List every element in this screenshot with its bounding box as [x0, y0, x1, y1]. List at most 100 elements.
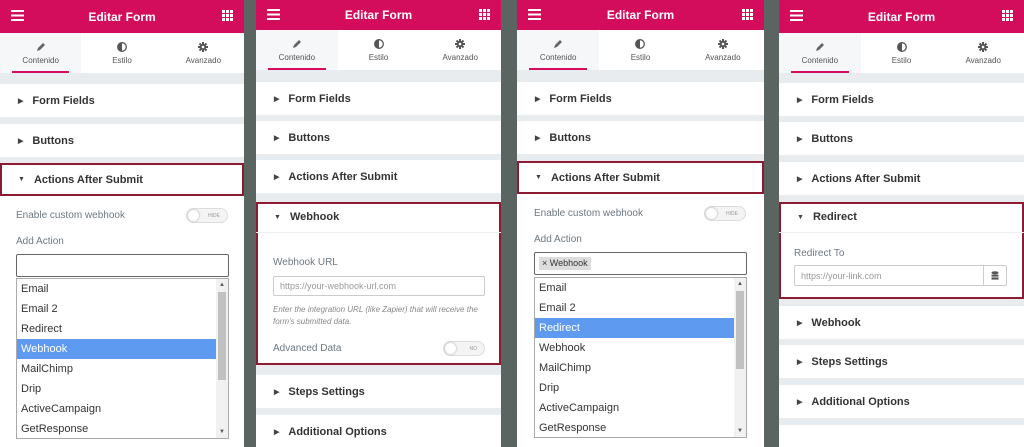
scroll-thumb[interactable] — [218, 292, 226, 380]
section-form-fields[interactable]: ▶ Form Fields — [0, 84, 244, 117]
caret-right-icon: ▶ — [18, 137, 24, 145]
tab-style[interactable]: Estilo — [81, 33, 162, 73]
section-redirect[interactable]: ▼ Redirect — [779, 202, 1024, 233]
dynamic-tags-button[interactable] — [983, 265, 1007, 286]
tab-style[interactable]: Estilo — [599, 30, 681, 70]
toggle-knob — [706, 208, 717, 219]
add-action-label: Add Action — [16, 236, 64, 247]
enable-webhook-toggle[interactable]: HIDE — [704, 206, 746, 221]
tab-content[interactable]: Contenido — [779, 33, 861, 73]
tab-label: Estilo — [630, 52, 651, 62]
contrast-icon — [635, 38, 646, 49]
option-redirect[interactable]: Redirect — [535, 318, 746, 338]
option-drip[interactable]: Drip — [17, 379, 228, 399]
option-drip[interactable]: Drip — [535, 378, 746, 398]
scroll-down-icon[interactable]: ▼ — [734, 425, 746, 437]
scroll-up-icon[interactable]: ▲ — [216, 279, 228, 291]
tab-advanced[interactable]: Avanzado — [163, 33, 244, 73]
option-email[interactable]: Email — [17, 279, 228, 299]
scroll-thumb[interactable] — [736, 291, 744, 369]
advanced-data-toggle[interactable]: NO — [443, 341, 485, 356]
tab-content[interactable]: Contenido — [0, 33, 82, 73]
gear-icon — [198, 41, 209, 52]
option-email-2[interactable]: Email 2 — [17, 299, 228, 319]
grid-icon[interactable] — [1002, 10, 1013, 24]
pencil-icon — [815, 42, 824, 51]
dropdown-scrollbar[interactable]: ▲ ▼ — [216, 279, 228, 438]
grid-icon[interactable] — [742, 9, 753, 23]
option-redirect[interactable]: Redirect — [17, 319, 228, 339]
option-activecampaign[interactable]: ActiveCampaign — [17, 399, 228, 419]
section-buttons[interactable]: ▶ Buttons — [256, 121, 501, 154]
option-mailchimp[interactable]: MailChimp — [17, 359, 228, 379]
hamburger-icon[interactable] — [11, 10, 24, 24]
section-actions-after-submit[interactable]: ▶ Actions After Submit — [779, 162, 1024, 195]
grid-icon[interactable] — [479, 9, 490, 23]
hamburger-icon[interactable] — [528, 9, 541, 23]
option-email-2[interactable]: Email 2 — [535, 298, 746, 318]
section-form-fields[interactable]: ▶ Form Fields — [779, 83, 1024, 116]
section-webhook[interactable]: ▼ Webhook — [256, 202, 501, 233]
add-action-select[interactable] — [16, 254, 229, 277]
tab-content[interactable]: Contenido — [256, 30, 338, 70]
webhook-url-input[interactable]: https://your-webhook-url.com — [273, 276, 485, 296]
scroll-down-icon[interactable]: ▼ — [216, 426, 228, 438]
option-email[interactable]: Email — [535, 278, 746, 298]
section-buttons[interactable]: ▶ Buttons — [517, 121, 764, 154]
add-action-label: Add Action — [534, 234, 582, 245]
section-steps-settings[interactable]: ▶ Steps Settings — [256, 375, 501, 408]
tab-style[interactable]: Estilo — [338, 30, 420, 70]
option-webhook[interactable]: Webhook — [17, 339, 228, 359]
advanced-data-label: Advanced Data — [273, 343, 342, 354]
hamburger-icon[interactable] — [267, 9, 280, 23]
option-activecampaign[interactable]: ActiveCampaign — [535, 398, 746, 418]
add-action-select[interactable]: × Webhook — [534, 252, 747, 275]
section-buttons[interactable]: ▶ Buttons — [779, 122, 1024, 155]
tab-style[interactable]: Estilo — [861, 33, 943, 73]
enable-webhook-toggle[interactable]: HIDE — [186, 208, 228, 223]
caret-right-icon: ▶ — [797, 398, 803, 406]
section-buttons[interactable]: ▶ Buttons — [0, 124, 244, 157]
webhook-url-label: Webhook URL — [273, 257, 338, 268]
option-getresponse[interactable]: GetResponse — [17, 419, 228, 438]
tab-advanced[interactable]: Avanzado — [682, 30, 764, 70]
option-getresponse[interactable]: GetResponse — [535, 418, 746, 437]
gear-icon — [978, 41, 989, 52]
tab-bar: Contenido Estilo Avanzado — [517, 30, 764, 70]
section-steps-settings[interactable]: ▶ Steps Settings — [779, 345, 1024, 378]
redirect-box: ▼ Redirect Redirect To https://your-link.… — [779, 202, 1024, 299]
caret-right-icon: ▶ — [535, 134, 541, 142]
section-actions-after-submit[interactable]: ▼ Actions After Submit — [517, 161, 764, 194]
panel-bottom-fill — [779, 425, 1024, 447]
dropdown-scrollbar[interactable]: ▲ ▼ — [734, 278, 746, 437]
section-additional-options[interactable]: ▶ Additional Options — [256, 415, 501, 447]
section-additional-options[interactable]: ▶ Additional Options — [779, 385, 1024, 418]
hamburger-icon[interactable] — [790, 10, 803, 24]
tab-label: Contenido — [22, 55, 59, 65]
grid-icon[interactable] — [222, 10, 233, 24]
header-title: Editar Form — [606, 8, 675, 22]
option-webhook[interactable]: Webhook — [535, 338, 746, 358]
section-actions-after-submit[interactable]: ▶ Actions After Submit — [256, 160, 501, 193]
section-webhook[interactable]: ▶ Webhook — [779, 306, 1024, 339]
tab-label: Avanzado — [705, 52, 741, 62]
header-title: Editar Form — [867, 9, 936, 24]
selected-action-chip[interactable]: × Webhook — [539, 257, 591, 270]
tab-advanced[interactable]: Avanzado — [942, 33, 1024, 73]
header-title: Editar Form — [344, 8, 413, 22]
tab-advanced[interactable]: Avanzado — [419, 30, 501, 70]
database-icon — [991, 271, 999, 280]
tab-content[interactable]: Contenido — [517, 30, 600, 70]
section-form-fields[interactable]: ▶ Form Fields — [517, 82, 764, 115]
section-form-fields[interactable]: ▶ Form Fields — [256, 82, 501, 115]
redirect-url-input[interactable]: https://your-link.com — [794, 265, 984, 286]
webhook-box: ▼ Webhook Webhook URL https://your-webhoo… — [256, 202, 501, 365]
panel-4: Editar Form Contenido Estilo Avanzado ▶ F… — [779, 0, 1024, 447]
option-mailchimp[interactable]: MailChimp — [535, 358, 746, 378]
scroll-up-icon[interactable]: ▲ — [734, 278, 746, 290]
tab-label: Estilo — [368, 52, 389, 62]
enable-webhook-label: Enable custom webhook — [16, 210, 125, 221]
header-title: Editar Form — [88, 9, 156, 24]
section-actions-after-submit[interactable]: ▼ Actions After Submit — [0, 163, 244, 196]
panel-3: Editar Form Contenido Estilo Avanzado ▶ F… — [517, 0, 764, 447]
